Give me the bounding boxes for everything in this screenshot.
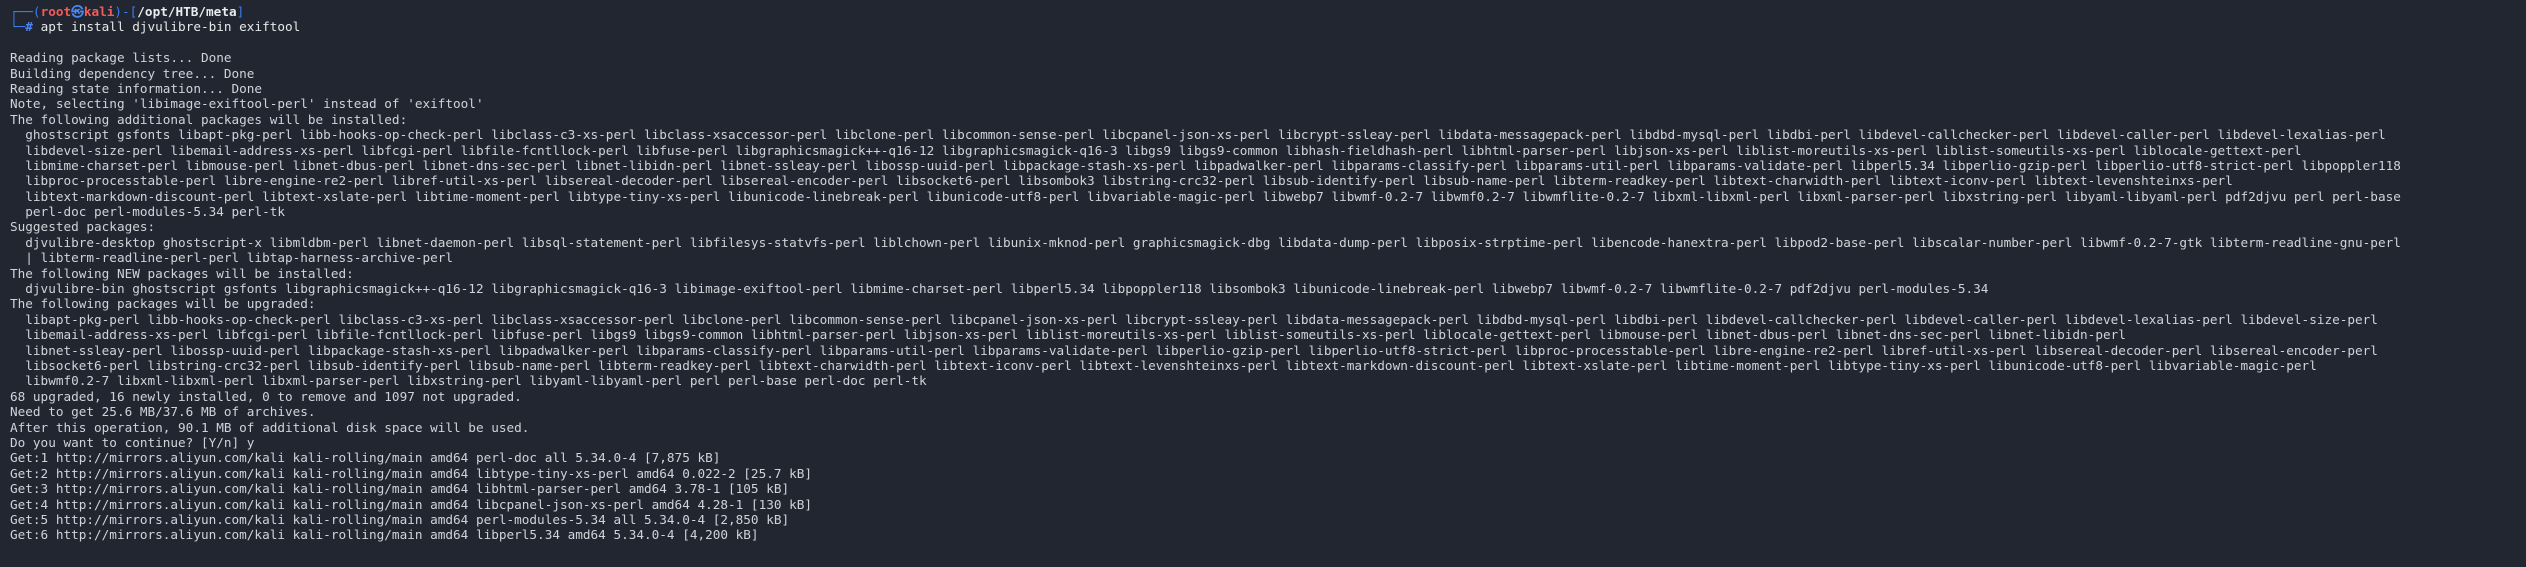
output-line: Get:6 http://mirrors.aliyun.com/kali kal… [10, 527, 759, 543]
output-line: djvulibre-desktop ghostscript-x libmldbm… [10, 234, 2401, 250]
output-line: Building dependency tree... Done [10, 65, 255, 81]
prompt-hash: # [25, 19, 41, 35]
prompt-user: root [40, 4, 72, 19]
output-line: The following packages will be upgraded: [10, 296, 316, 312]
output-line: djvulibre-bin ghostscript gsfonts libgra… [10, 281, 1989, 297]
output-line: After this operation, 90.1 MB of additio… [10, 419, 530, 435]
prompt-skull-icon: ㉿ [71, 4, 84, 19]
prompt-line-top: ┌──(root㉿kali)-[/opt/HTB/meta] [10, 4, 2516, 19]
output-line: libdevel-size-perl libemail-address-xs-p… [10, 142, 2302, 158]
prompt-host: kali [83, 4, 115, 19]
output-line: Get:3 http://mirrors.aliyun.com/kali kal… [10, 481, 790, 497]
prompt-cwd: /opt/HTB/meta [137, 4, 237, 19]
prompt-corner-bottom: └─ [10, 19, 26, 35]
output-line: Do you want to continue? [Y/n] y [10, 434, 255, 450]
output-line: libwmf0.2-7 libxml-libxml-perl libxml-pa… [10, 373, 927, 389]
output-line: | libterm-readline-perl-perl libtap-harn… [10, 250, 454, 266]
prompt-bracket: )-[ [114, 4, 138, 19]
terminal-output: Reading package lists... Done Building de… [10, 50, 2516, 543]
command-text: apt install djvulibre-bin exiftool [40, 19, 301, 35]
output-line: Need to get 25.6 MB/37.6 MB of archives. [10, 404, 316, 420]
prompt-bracket-close: ] [236, 4, 245, 19]
output-line: 68 upgraded, 16 newly installed, 0 to re… [10, 388, 522, 404]
output-line: Note, selecting 'libimage-exiftool-perl'… [10, 96, 484, 112]
output-line: The following NEW packages will be insta… [10, 265, 354, 281]
output-line: ghostscript gsfonts libapt-pkg-perl libb… [10, 127, 2386, 143]
output-line: Get:2 http://mirrors.aliyun.com/kali kal… [10, 465, 813, 481]
output-line: libproc-processtable-perl libre-engine-r… [10, 173, 2233, 189]
output-line: Get:5 http://mirrors.aliyun.com/kali kal… [10, 511, 790, 527]
output-line: libemail-address-xs-perl libfcgi-perl li… [10, 327, 2126, 343]
output-line: Get:4 http://mirrors.aliyun.com/kali kal… [10, 496, 813, 512]
output-line: libapt-pkg-perl libb-hooks-op-check-perl… [10, 311, 2378, 327]
terminal-window[interactable]: ┌──(root㉿kali)-[/opt/HTB/meta] └─# apt i… [0, 0, 2526, 567]
output-line: libnet-ssleay-perl libossp-uuid-perl lib… [10, 342, 2378, 358]
prompt-line-command: └─# apt install djvulibre-bin exiftool [10, 19, 2516, 34]
output-line: libtext-markdown-discount-perl libtext-x… [10, 188, 2401, 204]
output-line: libmime-charset-perl libmouse-perl libne… [10, 157, 2401, 173]
output-line: Reading state information... Done [10, 80, 263, 96]
output-line: Reading package lists... Done [10, 50, 232, 66]
output-line: The following additional packages will b… [10, 111, 408, 127]
output-line: perl-doc perl-modules-5.34 perl-tk [10, 204, 285, 220]
output-line: Suggested packages: [10, 219, 156, 235]
output-line: Get:1 http://mirrors.aliyun.com/kali kal… [10, 450, 721, 466]
prompt-corner-top: ┌──( [10, 4, 41, 19]
output-line: libsocket6-perl libstring-crc32-perl lib… [10, 357, 2317, 373]
